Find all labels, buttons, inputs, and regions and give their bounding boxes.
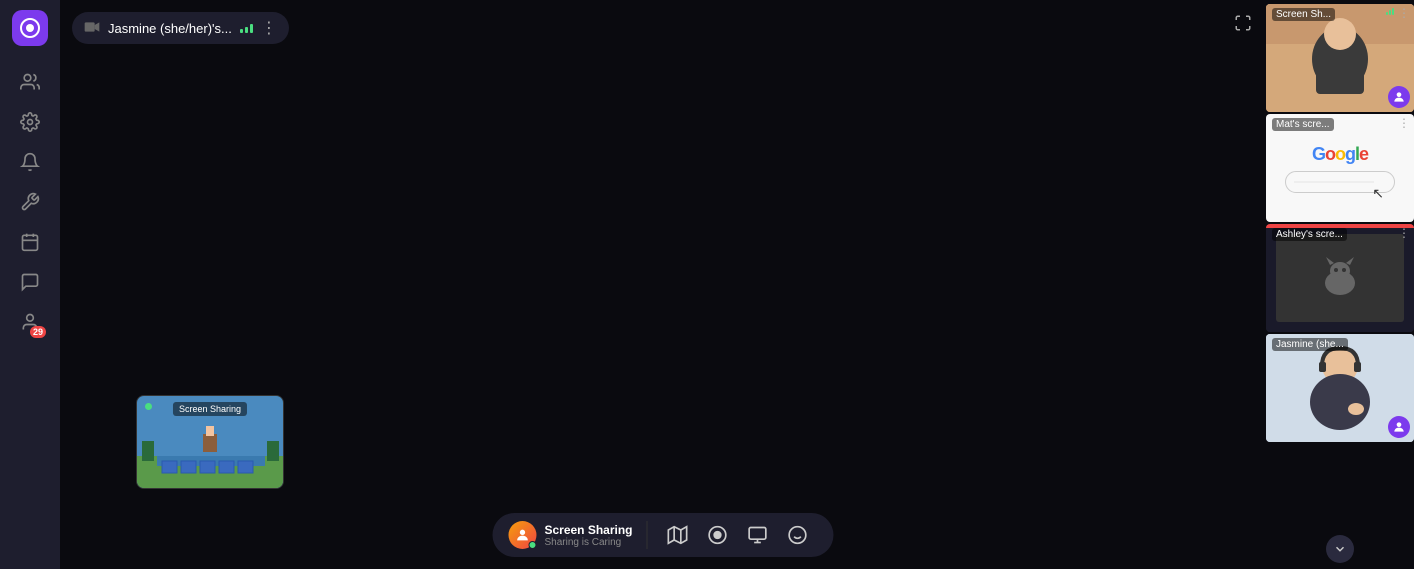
screen-share-text: Screen Sharing Sharing is Caring — [544, 523, 632, 548]
sidebar-item-group[interactable]: 29 — [12, 304, 48, 340]
record-button[interactable] — [698, 519, 738, 551]
sidebar-item-chat[interactable] — [12, 264, 48, 300]
main-video-area: Jasmine (she/her)'s... ⋮ — [60, 0, 1266, 569]
screen-button[interactable] — [738, 519, 778, 551]
participant-pill: Jasmine (she/her)'s... ⋮ — [72, 12, 289, 44]
video-tile-3[interactable]: Ashley's scre... ⋮ — [1266, 224, 1414, 332]
tile-1-label: Screen Sh... — [1272, 8, 1335, 21]
tile-2-more[interactable]: ⋮ — [1398, 116, 1410, 130]
right-panel: Screen Sh... ⋮ Google — [1266, 0, 1414, 569]
video-tile-1[interactable]: Screen Sh... ⋮ — [1266, 4, 1414, 112]
group-badge: 29 — [30, 326, 46, 338]
online-dot — [528, 541, 536, 549]
sidebar-item-notifications[interactable] — [12, 144, 48, 180]
screen-share-title: Screen Sharing — [544, 523, 632, 537]
camera-icon — [84, 20, 100, 36]
tile-3-more[interactable]: ⋮ — [1398, 226, 1410, 240]
scroll-down-button[interactable] — [1326, 535, 1354, 563]
more-options-button[interactable]: ⋮ — [261, 18, 277, 38]
expand-button[interactable] — [1234, 14, 1252, 37]
screen-share-avatar — [508, 521, 536, 549]
signal-strength — [240, 24, 253, 33]
cat-image — [1276, 234, 1404, 322]
sidebar-item-calendar[interactable] — [12, 224, 48, 260]
video-tile-4[interactable]: Jasmine (she... — [1266, 334, 1414, 442]
screen-share-subtitle: Sharing is Caring — [544, 537, 632, 548]
bottom-toolbar: Screen Sharing Sharing is Caring — [492, 513, 833, 557]
app-logo[interactable] — [12, 10, 48, 46]
sidebar-item-people[interactable] — [12, 64, 48, 100]
map-button[interactable] — [658, 519, 698, 551]
tile-4-label: Jasmine (she... — [1272, 338, 1348, 351]
tile-3-label: Ashley's scre... — [1272, 228, 1347, 241]
top-participant-bar: Jasmine (she/her)'s... ⋮ — [72, 12, 289, 44]
video-tile-2[interactable]: Google ↖ Mat's scre... ⋮ — [1266, 114, 1414, 222]
mini-screen-share-tile[interactable]: Screen Sharing — [136, 395, 284, 489]
sidebar-item-settings[interactable] — [12, 104, 48, 140]
tile-1-avatar — [1388, 86, 1410, 108]
participant-name: Jasmine (she/her)'s... — [108, 21, 232, 36]
sidebar-item-tools[interactable] — [12, 184, 48, 220]
tile-1-signal — [1386, 8, 1394, 15]
screen-share-info: Screen Sharing Sharing is Caring — [508, 521, 647, 549]
right-panel-wrapper: Screen Sh... ⋮ Google — [1266, 0, 1414, 569]
mini-tile-label: Screen Sharing — [173, 402, 247, 416]
mini-tile-content: Screen Sharing — [137, 396, 283, 488]
google-logo: Google — [1312, 144, 1368, 165]
tile-4-avatar — [1388, 416, 1410, 438]
tile-1-more[interactable]: ⋮ — [1398, 6, 1410, 20]
tile-2-label: Mat's scre... — [1272, 118, 1334, 131]
sidebar: 29 — [0, 0, 60, 569]
cursor-icon: ↖ — [1372, 185, 1384, 202]
emoji-button[interactable] — [778, 519, 818, 551]
